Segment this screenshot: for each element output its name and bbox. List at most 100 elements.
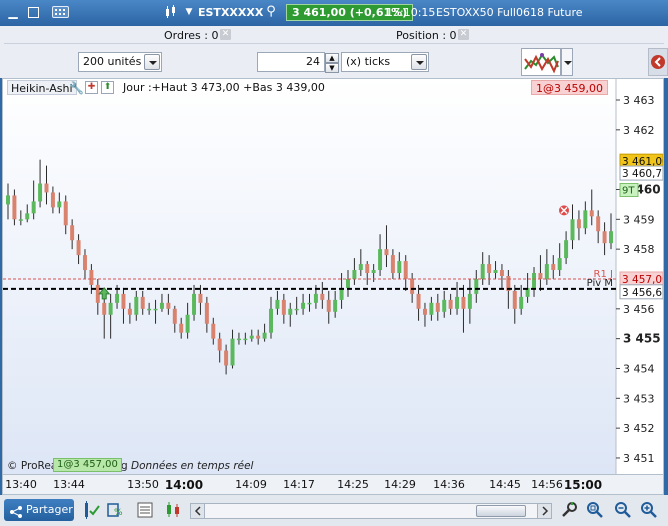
candle-body bbox=[262, 332, 267, 339]
candle-body bbox=[6, 195, 10, 205]
candle-body bbox=[159, 302, 164, 309]
candle-body bbox=[384, 249, 389, 256]
candle-body bbox=[499, 270, 504, 276]
candle-body bbox=[204, 302, 209, 324]
y-tick-label: 3 462 bbox=[623, 124, 655, 137]
candle-body bbox=[127, 308, 132, 315]
y-tick-label: 3 454 bbox=[623, 362, 655, 375]
candle-body bbox=[102, 302, 107, 315]
title-bar: ▁ ▼ ESTXXXXX ⚲ 3 461,00 (+0,61%) 15:10:1… bbox=[0, 0, 668, 26]
candle-body bbox=[538, 273, 543, 279]
candle-body bbox=[236, 338, 241, 341]
candle-body bbox=[313, 293, 318, 303]
time-axis[interactable]: 13:40 13:44 13:50 14:00 14:09 14:17 14:25 14:29… bbox=[2, 475, 664, 495]
candle-body bbox=[288, 308, 293, 315]
arrow-up-icon[interactable]: ⬆ bbox=[101, 81, 114, 94]
close-orders-icon[interactable]: ✕ bbox=[220, 29, 231, 40]
candle-body bbox=[57, 201, 62, 208]
side-panel-button[interactable] bbox=[648, 48, 668, 76]
close-indicator-icon[interactable]: ✚ bbox=[85, 81, 98, 94]
scroll-thumb[interactable] bbox=[476, 505, 526, 517]
y-tick-label: 3 463 bbox=[623, 94, 655, 107]
candlestick-icon[interactable] bbox=[164, 501, 182, 519]
chart-canvas[interactable]: R1 JPiv M 3 4633 4623 4603 4593 4583 456… bbox=[3, 79, 663, 474]
tick-input-value: 24 bbox=[306, 55, 320, 68]
settings-wrench-icon[interactable] bbox=[560, 501, 578, 519]
zoom-fit-icon[interactable] bbox=[586, 501, 604, 519]
candle-body bbox=[365, 264, 370, 274]
chevron-down-icon[interactable] bbox=[411, 54, 427, 70]
chart-type-icon[interactable] bbox=[165, 5, 177, 19]
candle-body bbox=[179, 323, 184, 333]
timer-marker: 9T bbox=[619, 182, 639, 197]
tick-spinner[interactable]: ▲ ▼ bbox=[325, 53, 339, 73]
x-tick-label: 13:50 bbox=[127, 478, 159, 491]
candle-body bbox=[198, 293, 203, 303]
minimize-icon[interactable]: ▁ bbox=[6, 5, 20, 19]
x-tick-label: 14:45 bbox=[489, 478, 521, 491]
clock-time: 15:10:15 bbox=[386, 6, 436, 19]
y-tick-label: 3 455 bbox=[623, 332, 661, 346]
instrument-code[interactable]: ESTXXXXX bbox=[198, 6, 263, 19]
r1-price-tag[interactable]: 3 457,00 bbox=[619, 271, 663, 287]
chevron-down-icon[interactable] bbox=[144, 54, 160, 70]
y-tick-label: 3 456 bbox=[623, 303, 655, 316]
copyright-text: © ProRealTime Trading Données en temps r… bbox=[7, 460, 253, 472]
candle-body bbox=[320, 293, 325, 300]
price-chart[interactable]: R1 J Piv M 3 463 3 462 3 460 3 459 3 458 3 456… bbox=[2, 78, 664, 475]
indicator-chart-button[interactable] bbox=[521, 48, 561, 76]
candle-body bbox=[397, 261, 402, 274]
candle-body bbox=[461, 296, 466, 309]
indicator-chart-icon bbox=[524, 53, 559, 74]
pivot-price-tag[interactable]: 3 456,67 bbox=[619, 284, 663, 300]
candle-body bbox=[352, 270, 357, 279]
wrench-icon[interactable]: 🔧 bbox=[69, 81, 84, 95]
drawing-tools-icon[interactable] bbox=[82, 501, 100, 519]
candle-body bbox=[211, 323, 216, 339]
candle-body bbox=[557, 258, 562, 271]
candle-body bbox=[564, 240, 569, 259]
probability-icon[interactable]: % bbox=[106, 501, 124, 519]
candle-body bbox=[403, 261, 408, 279]
order-tag-buy[interactable]: 1@3 457,00 bbox=[53, 458, 122, 472]
candle-body bbox=[493, 270, 498, 274]
trading-window: ▁ ▼ ESTXXXXX ⚲ 3 461,00 (+0,61%) 15:10:1… bbox=[0, 0, 668, 526]
current-price-tag[interactable]: 3 460,75 bbox=[619, 165, 663, 181]
chevron-down-icon[interactable]: ▼ bbox=[182, 5, 196, 19]
keyboard-icon[interactable] bbox=[52, 6, 69, 18]
scroll-left-icon[interactable] bbox=[191, 504, 205, 518]
chart-scrollbar[interactable] bbox=[190, 503, 552, 519]
spin-up-icon[interactable]: ▲ bbox=[325, 53, 339, 63]
candle-body bbox=[487, 264, 492, 274]
search-icon[interactable]: ⚲ bbox=[264, 5, 278, 19]
scroll-right-icon[interactable] bbox=[537, 504, 551, 518]
candle-body bbox=[480, 264, 485, 279]
panel-toggle-icon bbox=[651, 55, 665, 69]
share-button[interactable]: Partager bbox=[4, 499, 74, 521]
zoom-in-icon[interactable] bbox=[640, 501, 658, 519]
x-tick-label: 14:25 bbox=[337, 478, 369, 491]
candle-body bbox=[172, 308, 177, 324]
order-tag-sell[interactable]: 1@3 459,00 bbox=[531, 80, 608, 95]
quantity-select[interactable]: 200 unités bbox=[78, 52, 162, 72]
list-icon[interactable] bbox=[136, 501, 154, 519]
candle-body bbox=[544, 264, 549, 279]
candle-body bbox=[38, 183, 43, 202]
zoom-out-icon[interactable] bbox=[614, 501, 632, 519]
close-position-icon[interactable]: ✕ bbox=[458, 29, 469, 40]
candle-body bbox=[76, 240, 81, 256]
maximize-icon[interactable] bbox=[28, 7, 39, 18]
tick-unit-select[interactable]: (x) ticks bbox=[341, 52, 429, 72]
x-tick-label: 14:56 bbox=[531, 478, 563, 491]
spin-down-icon[interactable]: ▼ bbox=[325, 63, 339, 73]
r1-price-tag-text: 3 457,00 bbox=[622, 274, 663, 286]
candle-body bbox=[583, 210, 588, 229]
tick-input[interactable]: 24 bbox=[257, 52, 325, 72]
candle-body bbox=[63, 201, 68, 226]
candle-body bbox=[416, 293, 421, 309]
candle-body bbox=[532, 273, 537, 288]
indicator-label[interactable]: Heikin-Ashi bbox=[7, 80, 77, 95]
x-tick-label: 13:44 bbox=[53, 478, 85, 491]
current-price-tag-text: 3 460,75 bbox=[622, 168, 663, 180]
chevron-down-icon[interactable] bbox=[561, 48, 573, 76]
